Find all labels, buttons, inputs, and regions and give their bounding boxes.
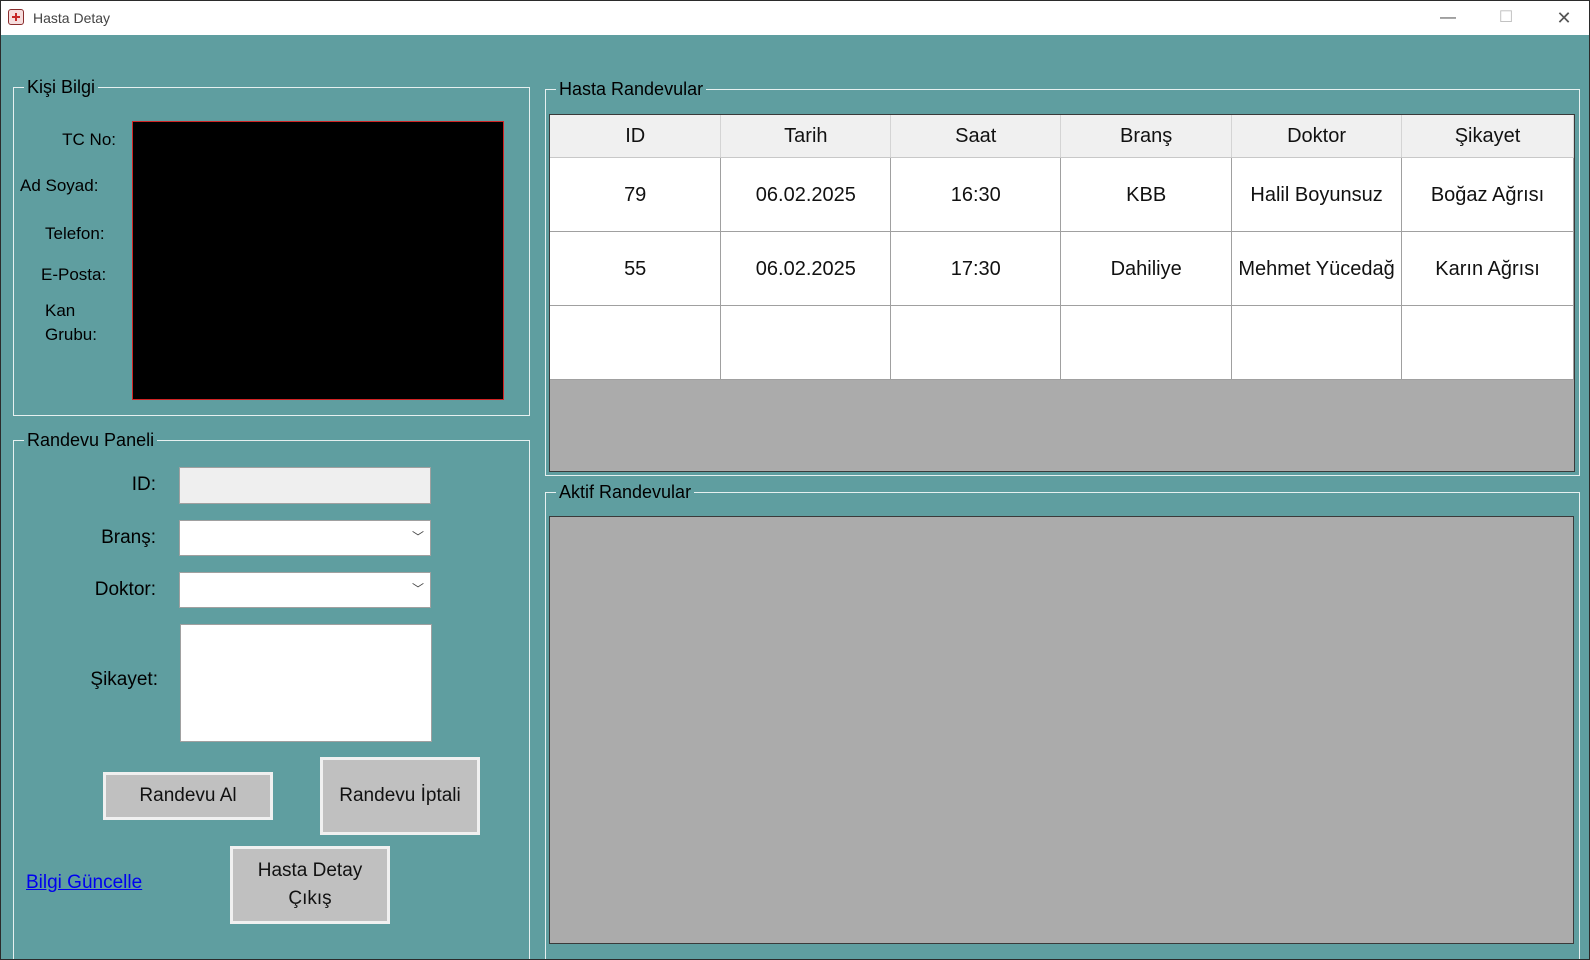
table-row[interactable]: 79 06.02.2025 16:30 KBB Halil Boyunsuz B… <box>550 157 1574 232</box>
table-row-new[interactable] <box>550 305 1574 380</box>
hasta-detay-window: Hasta Detay — ☐ ✕ Kişi Bilgi TC No: Ad S… <box>0 0 1590 960</box>
randevu-paneli-legend: Randevu Paneli <box>24 430 158 450</box>
column-header[interactable]: Şikayet <box>1401 115 1574 158</box>
table-cell[interactable] <box>1231 305 1403 380</box>
chevron-down-icon: ﹀ <box>411 530 424 544</box>
window-title: Hasta Detay <box>33 10 111 26</box>
table-cell[interactable]: 06.02.2025 <box>720 231 892 306</box>
bilgi-guncelle-link[interactable]: Bilgi Güncelle <box>26 872 142 894</box>
aktif-randevular-group: Aktif Randevular <box>545 482 1580 959</box>
telefon-label: Telefon: <box>45 224 105 243</box>
column-header[interactable]: Tarih <box>720 115 892 158</box>
doktor-select[interactable]: ﹀ <box>179 572 431 608</box>
table-cell[interactable] <box>1401 305 1574 380</box>
table-cell[interactable]: Karın Ağrısı <box>1401 231 1574 306</box>
id-field[interactable] <box>179 467 431 504</box>
doktor-label: Doktor: <box>94 579 156 600</box>
table-row[interactable]: 55 06.02.2025 17:30 Dahiliye Mehmet Yüce… <box>550 231 1574 306</box>
form-client-area: Kişi Bilgi TC No: Ad Soyad: Telefon: E-P… <box>1 35 1589 959</box>
table-cell[interactable]: 06.02.2025 <box>720 157 892 232</box>
randevu-paneli-group: Randevu Paneli ID: Branş: ﹀ Doktor: ﹀ Şi… <box>13 430 530 959</box>
patient-info-panel <box>132 121 504 400</box>
sikayet-textarea[interactable] <box>180 624 432 742</box>
kisi-bilgi-legend: Kişi Bilgi <box>24 77 99 97</box>
hasta-randevular-grid[interactable]: ID Tarih Saat Branş Doktor Şikayet 79 06… <box>549 114 1575 472</box>
column-header[interactable]: Branş <box>1060 115 1233 158</box>
hasta-detay-cikis-button[interactable]: Hasta Detay Çıkış <box>230 846 390 924</box>
tc-label: TC No: <box>62 130 116 149</box>
close-button[interactable]: ✕ <box>1549 7 1579 29</box>
column-header[interactable]: Saat <box>890 115 1062 158</box>
chevron-down-icon: ﹀ <box>411 582 424 596</box>
maximize-button[interactable]: ☐ <box>1491 7 1521 29</box>
eposta-label: E-Posta: <box>41 265 107 284</box>
sikayet-label: Şikayet: <box>90 669 158 690</box>
brans-select[interactable]: ﹀ <box>179 520 431 556</box>
table-cell[interactable]: 16:30 <box>890 157 1062 232</box>
aktif-randevular-grid[interactable] <box>549 516 1574 944</box>
table-cell[interactable]: 79 <box>550 157 722 232</box>
id-label: ID: <box>131 474 156 495</box>
randevu-al-button[interactable]: Randevu Al <box>103 772 273 820</box>
table-cell[interactable]: Dahiliye <box>1060 231 1233 306</box>
table-cell[interactable]: 17:30 <box>890 231 1062 306</box>
brans-label: Branş: <box>101 527 156 548</box>
kan-grubu-label: Kan Grubu: <box>45 301 97 344</box>
table-cell[interactable] <box>1060 305 1233 380</box>
title-bar: Hasta Detay — ☐ ✕ <box>1 1 1589 35</box>
aktif-randevular-legend: Aktif Randevular <box>556 482 695 502</box>
table-cell[interactable] <box>550 305 722 380</box>
table-cell[interactable]: Boğaz Ağrısı <box>1401 157 1574 232</box>
ad-soyad-label: Ad Soyad: <box>20 176 99 195</box>
medical-kit-icon <box>8 9 24 25</box>
table-cell[interactable]: Halil Boyunsuz <box>1231 157 1403 232</box>
table-header-row: ID Tarih Saat Branş Doktor Şikayet <box>550 115 1574 158</box>
column-header[interactable]: Doktor <box>1231 115 1403 158</box>
hasta-randevular-legend: Hasta Randevular <box>556 79 707 99</box>
table-cell[interactable]: Mehmet Yücedağ <box>1231 231 1403 306</box>
table-cell[interactable]: KBB <box>1060 157 1233 232</box>
hasta-randevular-table: ID Tarih Saat Branş Doktor Şikayet 79 06… <box>550 115 1574 380</box>
column-header[interactable]: ID <box>550 115 722 158</box>
kisi-bilgi-group: Kişi Bilgi TC No: Ad Soyad: Telefon: E-P… <box>13 77 530 416</box>
table-cell[interactable]: 55 <box>550 231 722 306</box>
minimize-button[interactable]: — <box>1433 7 1463 29</box>
table-cell[interactable] <box>890 305 1062 380</box>
hasta-randevular-group: Hasta Randevular ID Tarih Saat Branş Dok… <box>545 79 1580 476</box>
randevu-iptali-button[interactable]: Randevu İptali <box>320 757 480 835</box>
table-cell[interactable] <box>720 305 892 380</box>
